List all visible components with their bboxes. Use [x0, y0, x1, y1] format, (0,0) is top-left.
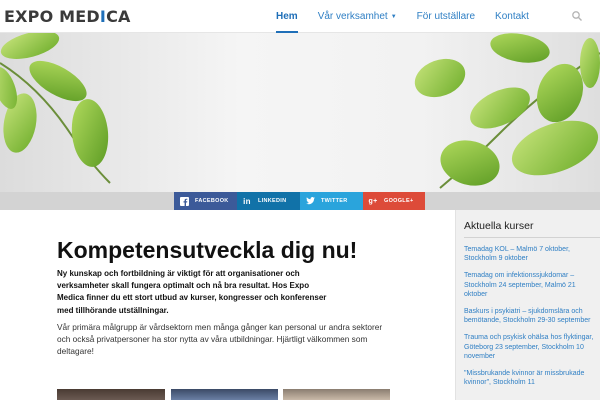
sidebar-current-courses: Aktuella kurser Temadag KOL – Malmö 7 ok… [455, 210, 600, 400]
caret-down-icon: ▼ [390, 14, 397, 20]
divider [464, 237, 600, 238]
course-link[interactable]: Temadag KOL – Malmö 7 oktober, Stockholm… [464, 245, 596, 263]
nav-item-var-verksamhet[interactable]: Vår verksamhet ▼ [308, 0, 407, 33]
search-icon[interactable] [571, 10, 583, 22]
course-list: Temadag KOL – Malmö 7 oktober, Stockholm… [464, 245, 596, 395]
nav-item-kontakt[interactable]: Kontakt [485, 0, 539, 33]
course-link[interactable]: Baskurs i psykiatri – sjukdomslära och b… [464, 307, 596, 325]
social-share-bar: FACEBOOK in LINKEDIN TWITTER g+ GOOGLE+ [0, 192, 600, 210]
linkedin-share-button[interactable]: in LINKEDIN [237, 192, 300, 210]
expo-medica-logo[interactable]: EXPO MEDICA [4, 7, 131, 26]
course-link[interactable]: "Missbrukande kvinnor är missbrukade kvi… [464, 369, 596, 387]
teaser-image-1[interactable] [57, 389, 165, 400]
facebook-share-button[interactable]: FACEBOOK [174, 192, 237, 210]
twitter-icon [305, 196, 315, 206]
teaser-image-3[interactable] [283, 389, 390, 400]
page-title: Kompetensutveckla dig nu! [57, 237, 358, 263]
course-link[interactable]: Trauma och psykisk ohälsa hos flyktingar… [464, 333, 596, 361]
hero-banner [0, 33, 600, 192]
facebook-icon [179, 196, 189, 206]
teaser-image-2[interactable] [171, 389, 278, 400]
leaves-illustration [0, 33, 600, 189]
google-plus-share-button[interactable]: g+ GOOGLE+ [363, 192, 425, 210]
sidebar-title: Aktuella kurser [464, 220, 534, 232]
nav-item-hem[interactable]: Hem [266, 0, 308, 33]
intro-lead: Ny kunskap och fortbildning är viktigt f… [57, 269, 327, 315]
nav-item-for-utstallare[interactable]: För utställare [407, 0, 485, 33]
intro-body: Vår primära målgrupp är vårdsektorn men … [57, 322, 383, 357]
google-plus-icon: g+ [368, 197, 378, 205]
linkedin-icon: in [243, 196, 251, 206]
site-header: EXPO MEDICA Hem Vår verksamhet ▼ För utst… [0, 0, 600, 33]
course-link[interactable]: Temadag om infektionssjukdomar – Stockho… [464, 271, 596, 299]
main-nav: Hem Vår verksamhet ▼ För utställare Konta… [266, 0, 539, 33]
twitter-share-button[interactable]: TWITTER [300, 192, 363, 210]
